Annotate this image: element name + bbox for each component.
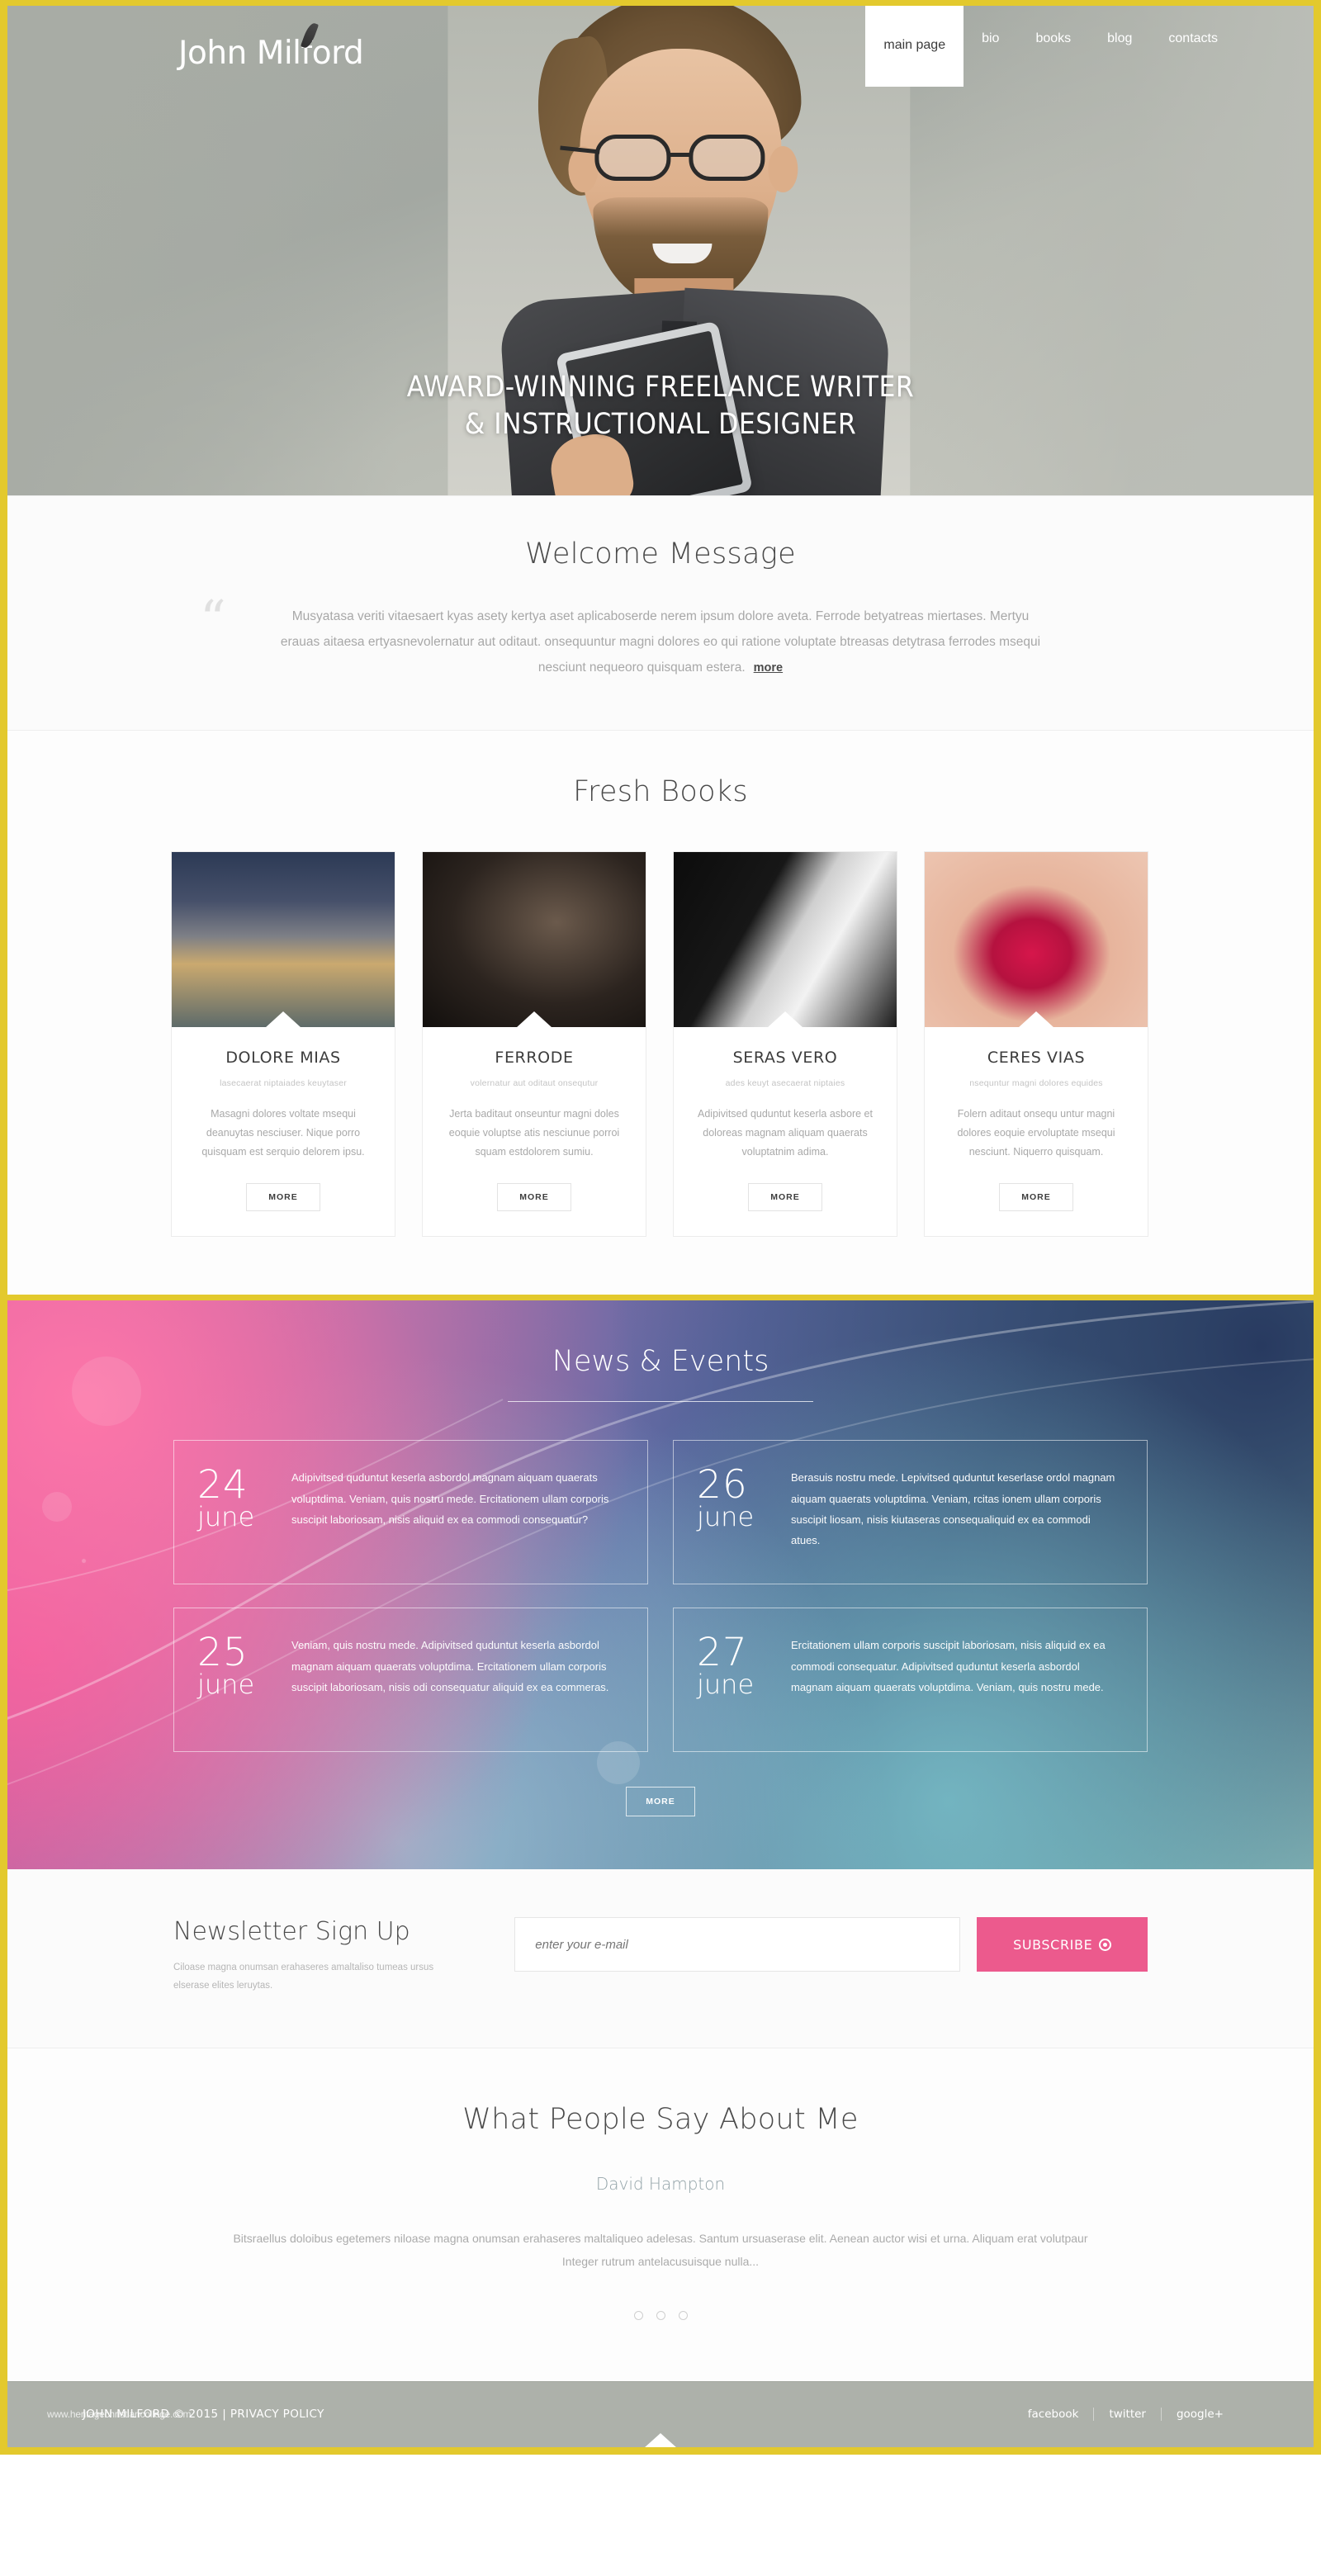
- newsletter-section: Newsletter Sign Up Ciloase magna onumsan…: [7, 1869, 1314, 2048]
- book-title: CERES VIAS: [987, 1049, 1086, 1067]
- news-text: Veniam, quis nostru mede. Adipivitsed qu…: [291, 1639, 609, 1694]
- news-grid: 24 june Adipivitsed quduntut keserla asb…: [173, 1440, 1148, 1753]
- news-title-rule: [508, 1401, 813, 1403]
- site-footer: www.heritagechristiancollege.com JOHN MI…: [7, 2380, 1314, 2447]
- watermark-text: www.heritagechristiancollege.com: [47, 2408, 192, 2421]
- fresh-books-section: Fresh Books DOLORE MIAS lasecaerat nipta…: [7, 731, 1314, 1301]
- book-title: FERRODE: [495, 1049, 574, 1067]
- nav-item-bio[interactable]: bio: [964, 6, 1017, 72]
- quote-icon: “: [200, 589, 226, 649]
- news-day: 26: [697, 1462, 748, 1508]
- welcome-section: Welcome Message “ Musyatasa veriti vitae…: [7, 495, 1314, 731]
- welcome-more-link[interactable]: more: [754, 661, 783, 675]
- fresh-books-title: Fresh Books: [573, 775, 748, 808]
- book-subtitle: ades keuyt asecaerat niptaies: [725, 1078, 845, 1088]
- news-date: 26 june: [697, 1462, 769, 1533]
- book-cover-image[interactable]: [674, 852, 897, 1027]
- hero-tagline-line-1: AWARD-WINNING FREELANCE WRITER: [406, 371, 915, 404]
- hero-tagline-line-2: & INSTRUCTIONAL DESIGNER: [464, 407, 857, 441]
- social-link-facebook[interactable]: facebook: [1013, 2408, 1094, 2421]
- news-more-button[interactable]: MORE: [626, 1787, 695, 1817]
- book-card[interactable]: DOLORE MIAS lasecaerat niptaiades keuyta…: [171, 851, 395, 1238]
- privacy-policy-link[interactable]: PRIVACY POLICY: [230, 2408, 324, 2421]
- news-text: Ercitationem ullam corporis suscipit lab…: [791, 1639, 1106, 1694]
- news-item[interactable]: 27 june Ercitationem ullam corporis susc…: [673, 1608, 1148, 1753]
- testimonial-author: David Hampton: [595, 2173, 726, 2194]
- social-link-googleplus[interactable]: google+: [1162, 2408, 1238, 2421]
- news-title: News & Events: [552, 1345, 769, 1379]
- welcome-body: “ Musyatasa veriti vitaesaert kyas asety…: [200, 594, 1115, 680]
- main-navigation: main page bio books blog contacts: [865, 6, 1314, 87]
- newsletter-title: Newsletter Sign Up: [173, 1917, 410, 1947]
- news-text: Berasuis nostru mede. Lepivitsed quduntu…: [791, 1471, 1115, 1547]
- book-cover-image[interactable]: [172, 852, 395, 1027]
- scroll-top-arrow-icon[interactable]: [644, 2432, 677, 2447]
- news-month: june: [697, 1501, 755, 1533]
- testimonial-pagination: [7, 2310, 1314, 2320]
- subscribe-label: SUBSCRIBE: [1013, 1936, 1093, 1953]
- hero-section: John Milford main page bio books blog co…: [7, 0, 1314, 495]
- book-description: Adipivitsed quduntut keserla asbore et d…: [698, 1108, 873, 1158]
- nav-item-contacts[interactable]: contacts: [1150, 6, 1236, 72]
- book-cover-image[interactable]: [423, 852, 646, 1027]
- site-logo-text: John Milford: [178, 35, 364, 72]
- testimonials-section: What People Say About Me David Hampton B…: [7, 2048, 1314, 2381]
- book-more-button[interactable]: MORE: [748, 1183, 822, 1212]
- news-item[interactable]: 24 june Adipivitsed quduntut keserla asb…: [173, 1440, 648, 1585]
- book-description: Folern aditaut onsequ untur magni dolore…: [957, 1108, 1115, 1158]
- newsletter-intro: Newsletter Sign Up Ciloase magna onumsan…: [173, 1917, 514, 1995]
- arrow-circle-icon: [1099, 1938, 1112, 1951]
- nav-item-blog[interactable]: blog: [1089, 6, 1150, 72]
- bottom-accent-bar: [0, 2446, 1321, 2455]
- book-more-button[interactable]: MORE: [999, 1183, 1073, 1212]
- testimonials-title: What People Say About Me: [462, 2102, 859, 2136]
- book-subtitle: volernatur aut oditaut onsequtur: [470, 1078, 599, 1088]
- book-more-button[interactable]: MORE: [246, 1183, 320, 1212]
- book-cover-image[interactable]: [925, 852, 1148, 1027]
- newsletter-subscribe-button[interactable]: SUBSCRIBE: [977, 1917, 1148, 1972]
- news-events-section: News & Events 24 june Adipivitsed qudunt…: [7, 1300, 1314, 1869]
- news-month: june: [197, 1669, 255, 1701]
- news-day: 24: [197, 1462, 249, 1508]
- page-root: John Milford main page bio books blog co…: [0, 0, 1321, 2447]
- book-subtitle: nsequntur magni dolores equides: [969, 1078, 1103, 1088]
- book-more-button[interactable]: MORE: [497, 1183, 571, 1212]
- nav-item-main-page[interactable]: main page: [865, 6, 964, 87]
- footer-separator: |: [222, 2408, 227, 2422]
- testimonial-text: Bitsraellus doloibus egetemers niloase m…: [233, 2231, 1088, 2268]
- news-item[interactable]: 25 june Veniam, quis nostru mede. Adipiv…: [173, 1608, 648, 1753]
- nav-item-books[interactable]: books: [1017, 6, 1089, 72]
- hero-tagline: AWARD-WINNING FREELANCE WRITER & INSTRUC…: [7, 369, 1314, 443]
- news-date: 25 june: [197, 1630, 270, 1701]
- book-card[interactable]: SERAS VERO ades keuyt asecaerat niptaies…: [673, 851, 897, 1238]
- site-logo[interactable]: John Milford: [178, 21, 364, 72]
- news-item[interactable]: 26 june Berasuis nostru mede. Lepivitsed…: [673, 1440, 1148, 1585]
- footer-social-links: facebook twitter google+: [1013, 2408, 1238, 2422]
- news-day: 27: [697, 1630, 748, 1676]
- book-card[interactable]: CERES VIAS nsequntur magni dolores equid…: [924, 851, 1148, 1238]
- book-description: Jerta baditaut onseuntur magni doles eoq…: [448, 1108, 620, 1158]
- testimonial-dot[interactable]: [678, 2310, 688, 2320]
- news-date: 24 june: [197, 1462, 270, 1533]
- social-link-twitter[interactable]: twitter: [1094, 2408, 1161, 2421]
- news-month: june: [697, 1669, 755, 1701]
- nav-right-spacer: [1236, 6, 1314, 72]
- news-text: Adipivitsed quduntut keserla asbordol ma…: [291, 1471, 609, 1527]
- newsletter-subtitle: Ciloase magna onumsan erahaseres amaltal…: [173, 1963, 434, 1991]
- news-day: 25: [197, 1630, 249, 1676]
- news-month: june: [197, 1501, 255, 1533]
- fresh-books-grid: DOLORE MIAS lasecaerat niptaiades keuyta…: [171, 851, 1150, 1238]
- book-title: SERAS VERO: [732, 1049, 838, 1067]
- testimonial-dot[interactable]: [656, 2310, 665, 2320]
- book-card[interactable]: FERRODE volernatur aut oditaut onsequtur…: [422, 851, 646, 1238]
- welcome-paragraph: Musyatasa veriti vitaesaert kyas asety k…: [280, 609, 1041, 675]
- welcome-text: Musyatasa veriti vitaesaert kyas asety k…: [206, 604, 1115, 680]
- news-date: 27 june: [697, 1630, 769, 1701]
- testimonial-dot[interactable]: [633, 2310, 643, 2320]
- book-description: Masagni dolores voltate msequi deanuytas…: [201, 1108, 365, 1158]
- book-title: DOLORE MIAS: [225, 1049, 341, 1067]
- welcome-title: Welcome Message: [525, 537, 796, 571]
- book-subtitle: lasecaerat niptaiades keuytaser: [220, 1078, 347, 1088]
- newsletter-email-input[interactable]: [514, 1917, 961, 1972]
